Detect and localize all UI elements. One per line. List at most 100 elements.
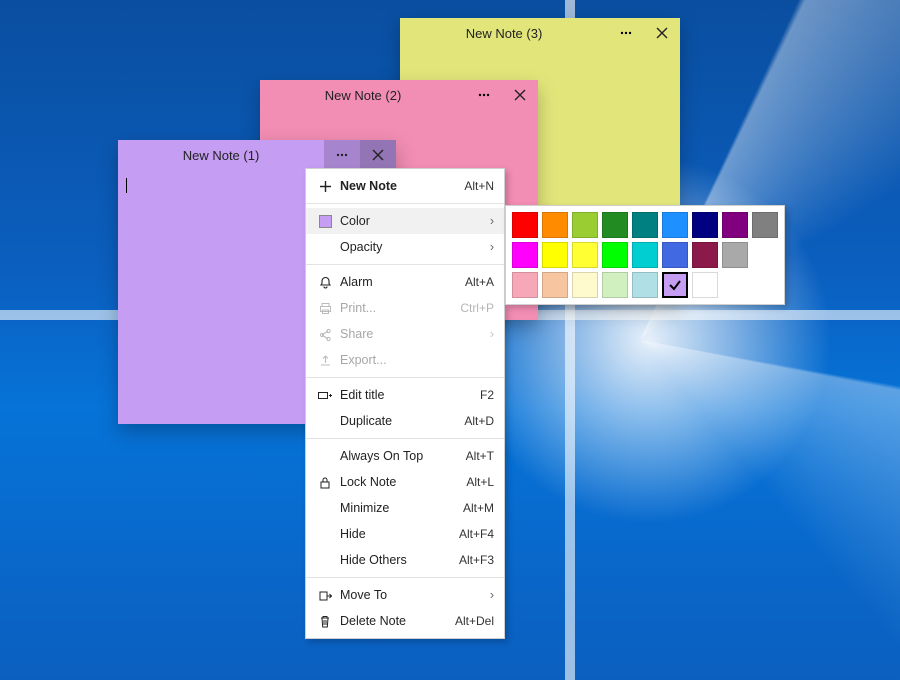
menu-hide-shortcut: Alt+F4 — [459, 527, 494, 541]
close-icon — [656, 27, 668, 39]
menu-print-shortcut: Ctrl+P — [460, 301, 494, 315]
close-icon — [514, 89, 526, 101]
menu-separator — [306, 577, 504, 578]
color-swatch[interactable] — [752, 212, 778, 238]
color-swatch[interactable] — [602, 212, 628, 238]
menu-always-on-top-shortcut: Alt+T — [466, 449, 494, 463]
share-icon — [314, 328, 336, 341]
color-swatch[interactable] — [662, 272, 688, 298]
menu-minimize-shortcut: Alt+M — [463, 501, 494, 515]
lock-icon — [314, 476, 336, 489]
desktop-wallpaper: New Note (3) New Note (2) New Note (1) — [0, 0, 900, 680]
ellipsis-icon — [477, 88, 491, 102]
menu-move-to[interactable]: Move To › — [306, 582, 504, 608]
note-3-titlebar[interactable]: New Note (3) — [400, 18, 680, 48]
menu-lock-note[interactable]: Lock Note Alt+L — [306, 469, 504, 495]
color-swatch-icon — [314, 215, 336, 228]
menu-duplicate-label: Duplicate — [336, 414, 464, 428]
color-swatch[interactable] — [692, 272, 718, 298]
menu-lock-note-shortcut: Alt+L — [466, 475, 494, 489]
color-swatch[interactable] — [662, 212, 688, 238]
color-swatch[interactable] — [602, 272, 628, 298]
menu-opacity-label: Opacity — [336, 240, 490, 254]
note-1-titlebar[interactable]: New Note (1) — [118, 140, 396, 170]
note-2-title: New Note (2) — [260, 88, 466, 103]
color-swatch[interactable] — [632, 272, 658, 298]
note-3-more-button[interactable] — [608, 18, 644, 48]
menu-always-on-top-label: Always On Top — [336, 449, 466, 463]
color-swatch[interactable] — [512, 212, 538, 238]
color-swatch[interactable] — [692, 212, 718, 238]
menu-opacity[interactable]: Opacity › — [306, 234, 504, 260]
menu-edit-title[interactable]: Edit title F2 — [306, 382, 504, 408]
menu-hide-others-shortcut: Alt+F3 — [459, 553, 494, 567]
menu-export-label: Export... — [336, 353, 494, 367]
menu-move-to-label: Move To — [336, 588, 490, 602]
menu-share-label: Share — [336, 327, 490, 341]
menu-delete-note-shortcut: Alt+Del — [455, 614, 494, 628]
export-icon — [314, 354, 336, 367]
menu-print: Print... Ctrl+P — [306, 295, 504, 321]
check-icon — [668, 278, 682, 292]
menu-hide-others[interactable]: Hide Others Alt+F3 — [306, 547, 504, 573]
color-swatch[interactable] — [632, 242, 658, 268]
note-1-more-button[interactable] — [324, 140, 360, 170]
edit-title-icon — [314, 390, 336, 401]
color-swatch[interactable] — [572, 242, 598, 268]
color-swatch[interactable] — [572, 272, 598, 298]
note-2-more-button[interactable] — [466, 80, 502, 110]
menu-duplicate-shortcut: Alt+D — [464, 414, 494, 428]
menu-always-on-top[interactable]: Always On Top Alt+T — [306, 443, 504, 469]
note-3-title: New Note (3) — [400, 26, 608, 41]
chevron-right-icon: › — [490, 214, 494, 228]
menu-new-note[interactable]: New Note Alt+N — [306, 173, 504, 199]
menu-hide[interactable]: Hide Alt+F4 — [306, 521, 504, 547]
color-picker-flyout — [505, 205, 785, 305]
note-2-close-button[interactable] — [502, 80, 538, 110]
menu-separator — [306, 264, 504, 265]
menu-duplicate[interactable]: Duplicate Alt+D — [306, 408, 504, 434]
menu-alarm-shortcut: Alt+A — [465, 275, 494, 289]
menu-separator — [306, 438, 504, 439]
color-swatch[interactable] — [692, 242, 718, 268]
ellipsis-icon — [335, 148, 349, 162]
menu-alarm[interactable]: Alarm Alt+A — [306, 269, 504, 295]
menu-separator — [306, 377, 504, 378]
color-swatch[interactable] — [632, 212, 658, 238]
menu-print-label: Print... — [336, 301, 460, 315]
color-swatch[interactable] — [662, 242, 688, 268]
note-context-menu: New Note Alt+N Color › Opacity › Alarm A… — [305, 168, 505, 639]
chevron-right-icon: › — [490, 240, 494, 254]
menu-minimize-label: Minimize — [336, 501, 463, 515]
color-swatch[interactable] — [542, 242, 568, 268]
menu-color[interactable]: Color › — [306, 208, 504, 234]
color-swatch[interactable] — [722, 212, 748, 238]
color-swatch[interactable] — [542, 272, 568, 298]
ellipsis-icon — [619, 26, 633, 40]
bell-icon — [314, 276, 336, 289]
note-1-close-button[interactable] — [360, 140, 396, 170]
menu-minimize[interactable]: Minimize Alt+M — [306, 495, 504, 521]
color-swatch[interactable] — [542, 212, 568, 238]
color-swatch[interactable] — [512, 242, 538, 268]
menu-export: Export... — [306, 347, 504, 373]
menu-hide-label: Hide — [336, 527, 459, 541]
plus-icon — [314, 180, 336, 193]
note-3-close-button[interactable] — [644, 18, 680, 48]
note-1-title: New Note (1) — [118, 148, 324, 163]
menu-hide-others-label: Hide Others — [336, 553, 459, 567]
color-swatch[interactable] — [512, 272, 538, 298]
menu-separator — [306, 203, 504, 204]
menu-new-note-label: New Note — [336, 179, 464, 193]
menu-alarm-label: Alarm — [336, 275, 465, 289]
menu-lock-note-label: Lock Note — [336, 475, 466, 489]
color-swatch[interactable] — [572, 212, 598, 238]
color-swatch[interactable] — [602, 242, 628, 268]
menu-edit-title-label: Edit title — [336, 388, 480, 402]
color-swatch[interactable] — [722, 242, 748, 268]
menu-delete-note[interactable]: Delete Note Alt+Del — [306, 608, 504, 634]
chevron-right-icon: › — [490, 327, 494, 341]
menu-color-label: Color — [336, 214, 490, 228]
note-2-titlebar[interactable]: New Note (2) — [260, 80, 538, 110]
move-to-icon — [314, 589, 336, 602]
